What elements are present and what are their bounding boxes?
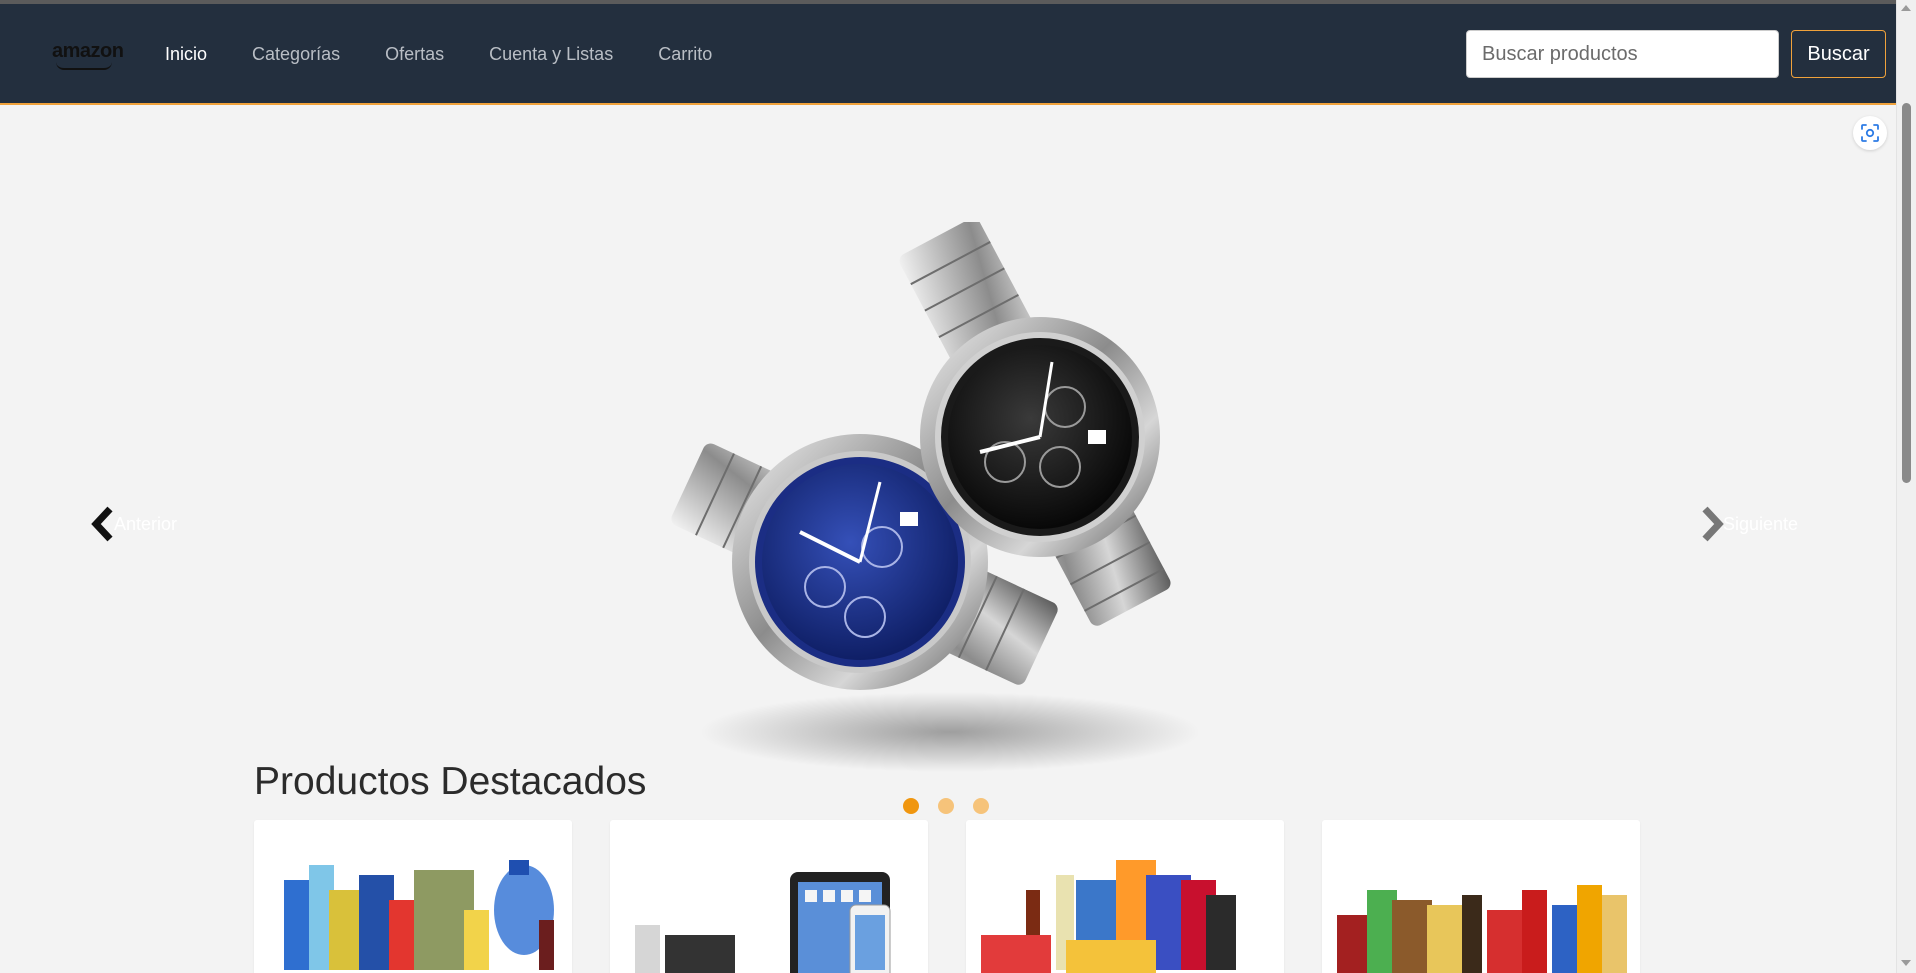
scroll-up-arrow-icon[interactable] — [1901, 5, 1911, 11]
carousel-next-button[interactable]: Siguiente — [1697, 505, 1798, 543]
carousel-prev-button[interactable]: Anterior — [88, 505, 177, 543]
product-card[interactable] — [966, 820, 1284, 973]
product-card[interactable] — [254, 820, 572, 973]
amazon-logo[interactable]: amazon — [52, 40, 124, 70]
search-button[interactable]: Buscar — [1791, 30, 1886, 78]
hero-carousel: Anterior Siguiente — [0, 107, 1896, 814]
product-image-snacks — [981, 860, 1236, 973]
nav-item-cuenta-listas[interactable]: Cuenta y Listas — [489, 44, 613, 65]
carousel-dot-2[interactable] — [938, 798, 954, 814]
scroll-down-arrow-icon[interactable] — [1901, 960, 1911, 966]
product-image-groceries-household — [284, 860, 554, 970]
carousel-next-label: Siguiente — [1723, 513, 1799, 534]
scrollbar-thumb[interactable] — [1902, 103, 1911, 483]
search-input[interactable] — [1466, 30, 1779, 78]
nav-item-carrito[interactable]: Carrito — [658, 44, 712, 65]
carousel-prev-label: Anterior — [114, 513, 178, 534]
carousel-slide-watches-image — [671, 222, 1200, 772]
featured-products-title: Productos Destacados — [254, 760, 647, 803]
nav-item-inicio[interactable]: Inicio — [165, 44, 207, 65]
product-card[interactable] — [610, 820, 928, 973]
carousel-indicators — [903, 798, 989, 814]
logo-text: amazon — [52, 40, 124, 62]
product-image-electronics — [635, 872, 891, 973]
product-card[interactable] — [1322, 820, 1640, 973]
top-navbar: amazon Inicio Categorías Ofertas Cuenta … — [0, 4, 1896, 105]
nav-item-ofertas[interactable]: Ofertas — [385, 44, 444, 65]
main-nav: Inicio Categorías Ofertas Cuenta y Lista… — [165, 44, 757, 65]
carousel-dot-1[interactable] — [903, 798, 919, 814]
carousel-dot-3[interactable] — [973, 798, 989, 814]
nav-item-categorias[interactable]: Categorías — [252, 44, 340, 65]
product-image-assorted-groceries — [1337, 885, 1627, 973]
logo-smile-icon — [56, 62, 112, 70]
